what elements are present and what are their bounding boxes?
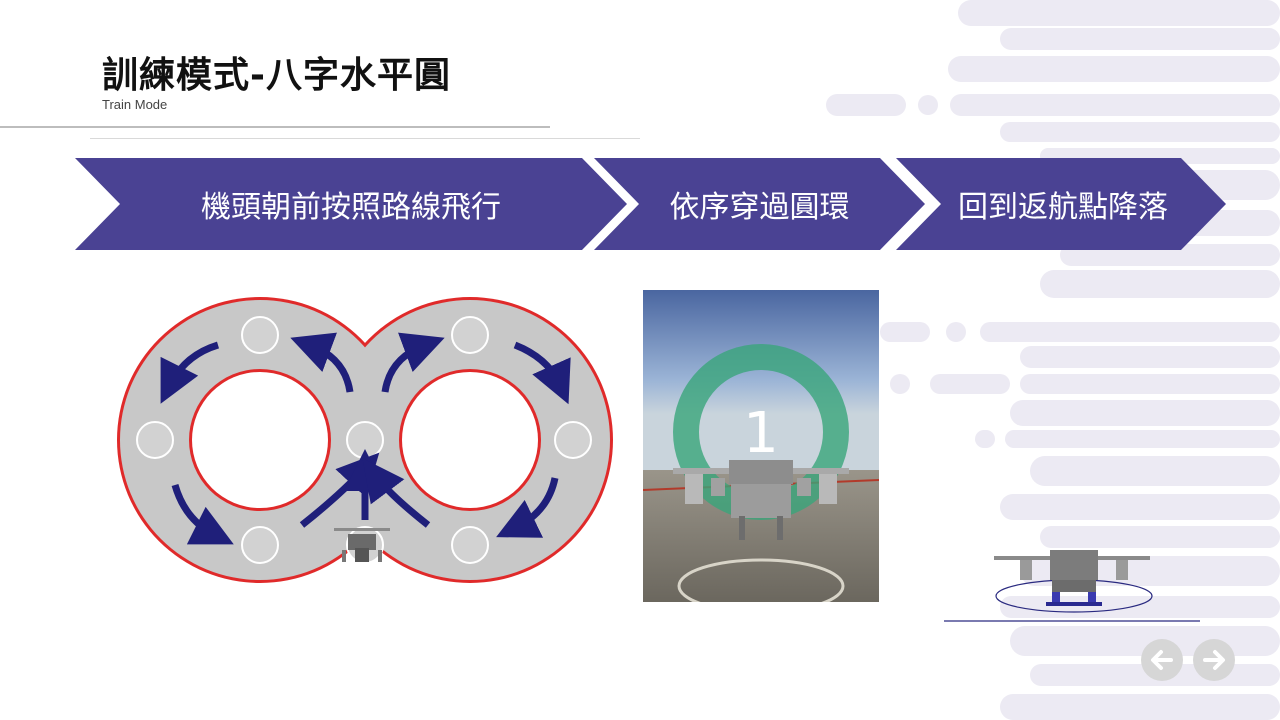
- landing-illustration: [944, 550, 1200, 622]
- arrow-left-icon: [1151, 650, 1173, 670]
- step-label-3: 回到返航點降落: [958, 190, 1168, 225]
- step-label-2: 依序穿過圓環: [669, 190, 850, 225]
- arrow-right-icon: [1203, 650, 1225, 670]
- ring-number: 1: [743, 401, 779, 466]
- prev-slide-button[interactable]: [1141, 639, 1183, 681]
- next-slide-button[interactable]: [1193, 639, 1235, 681]
- step-label-1: 機頭朝前按照路線飛行: [201, 190, 501, 225]
- simulation-ring-image: 1: [643, 290, 879, 602]
- figure-eight-track-diagram: [117, 297, 613, 583]
